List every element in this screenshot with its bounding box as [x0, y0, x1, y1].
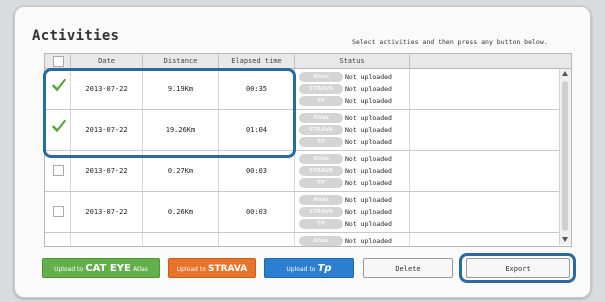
selection-highlight: [43, 68, 296, 158]
table-header: Date Distance Elapsed time Status: [45, 54, 571, 69]
upload-strava-button[interactable]: Upload to STRAVA: [168, 258, 256, 278]
col-elapsed[interactable]: Elapsed time: [219, 54, 295, 68]
distance-cell: [143, 233, 219, 246]
date-cell: 2013-07-22: [71, 192, 143, 232]
status-text: Not uploaded: [345, 237, 392, 245]
elapsed-cell: [219, 233, 295, 246]
status-text: Not uploaded: [345, 208, 392, 216]
atlas-badge: Atlas: [299, 154, 343, 164]
chevron-down-icon[interactable]: [562, 237, 568, 242]
status-text: Not uploaded: [345, 196, 392, 204]
status-cell: Atlas Not uploaded STRAVA Not uploaded TP N…: [295, 151, 410, 191]
row-checkbox[interactable]: [53, 165, 64, 176]
elapsed-cell: 00:03: [219, 192, 295, 232]
status-text: Not uploaded: [345, 179, 392, 187]
status-text: Not uploaded: [345, 138, 392, 146]
status-text: Not uploaded: [345, 126, 392, 134]
page-title: Activities: [32, 28, 120, 44]
status-text: Not uploaded: [345, 85, 392, 93]
upload-cateye-button[interactable]: Upload to CAT EYE Atlas: [42, 258, 160, 278]
scrollbar-thumb[interactable]: [562, 81, 568, 231]
atlas-badge: Atlas: [299, 195, 343, 205]
strava-badge: STRAVA: [299, 125, 343, 135]
status-text: Not uploaded: [345, 167, 392, 175]
status-cell: Atlas Not uploaded STRAVA Not uploaded TP N…: [295, 110, 410, 150]
select-all-cell: [45, 54, 71, 68]
row-checkbox[interactable]: [53, 206, 64, 217]
strava-badge: STRAVA: [299, 84, 343, 94]
col-empty: [410, 54, 560, 68]
status-text: Not uploaded: [345, 97, 392, 105]
status-text: Not uploaded: [345, 73, 392, 81]
tp-badge: TP: [299, 178, 343, 188]
status-cell: Atlas Not uploaded STRAVA Not uploaded TP N…: [295, 69, 410, 109]
status-text: Not uploaded: [345, 220, 392, 228]
instruction-text: Select activities and then press any but…: [352, 38, 548, 46]
row-select-cell[interactable]: [45, 233, 71, 246]
select-all-checkbox[interactable]: [53, 56, 64, 67]
col-distance[interactable]: Distance: [143, 54, 219, 68]
status-cell: Atlas Not uploaded: [295, 233, 410, 246]
distance-cell: 0.26Km: [143, 192, 219, 232]
col-status[interactable]: Status: [295, 54, 410, 68]
atlas-badge: Atlas: [299, 236, 343, 246]
col-date[interactable]: Date: [71, 54, 143, 68]
table-row[interactable]: Atlas Not uploaded: [45, 233, 571, 246]
strava-badge: STRAVA: [299, 207, 343, 217]
status-text: Not uploaded: [345, 114, 392, 122]
tp-badge: TP: [299, 219, 343, 229]
delete-button[interactable]: Delete: [363, 258, 453, 278]
upload-trainingpeaks-button[interactable]: Upload to Tp: [264, 258, 354, 278]
row-select-cell[interactable]: [45, 192, 71, 232]
status-text: Not uploaded: [345, 155, 392, 163]
strava-badge: STRAVA: [299, 166, 343, 176]
status-cell: Atlas Not uploaded STRAVA Not uploaded TP N…: [295, 192, 410, 232]
atlas-badge: Atlas: [299, 72, 343, 82]
table-row[interactable]: 2013-07-22 0.26Km 00:03 Atlas Not uploade…: [45, 192, 571, 233]
tp-badge: TP: [299, 96, 343, 106]
chevron-up-icon[interactable]: [562, 71, 568, 76]
table-scrollbar[interactable]: [559, 69, 571, 245]
tp-badge: TP: [299, 137, 343, 147]
export-button[interactable]: Export: [466, 258, 570, 278]
atlas-badge: Atlas: [299, 113, 343, 123]
date-cell: [71, 233, 143, 246]
